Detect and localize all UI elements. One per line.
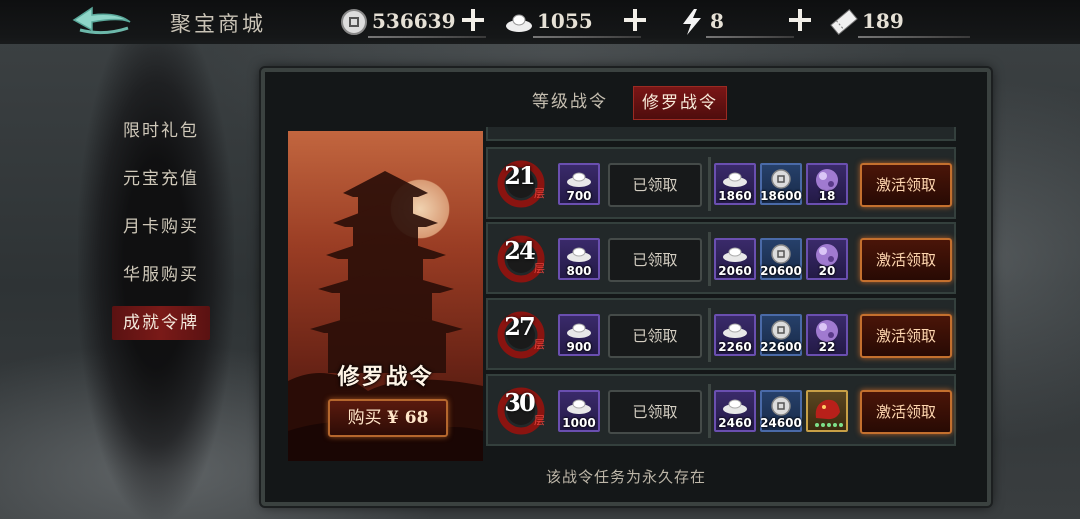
- activate-claim-button[interactable]: 激活领取: [860, 390, 952, 434]
- reward-row: 24 层 800 已领取 2060 20600 20 激活领取: [486, 222, 956, 294]
- sidebar-item-limited-gift[interactable]: 限时礼包: [112, 114, 210, 148]
- level-unit: 层: [534, 414, 545, 427]
- row-divider: [708, 232, 711, 286]
- buy-price: ¥ 68: [387, 408, 429, 428]
- reward-row: 27 层 900 已领取 2260 22600 22 激活领取: [486, 298, 956, 370]
- reward-quantity: 22: [818, 340, 836, 354]
- free-reward-item[interactable]: 700: [558, 163, 600, 205]
- copper-value: 536639: [372, 9, 456, 33]
- reward-quantity: 24600: [760, 416, 802, 430]
- paid-reward-item[interactable]: 20: [806, 238, 848, 280]
- free-reward-item[interactable]: 1000: [558, 390, 600, 432]
- shura-pass-banner: 修罗战令 购买 ¥ 68: [288, 131, 483, 461]
- claimed-button[interactable]: 已领取: [608, 390, 702, 434]
- sidebar-item-outfit[interactable]: 华服购买: [112, 258, 210, 292]
- copper-underline: [368, 36, 486, 38]
- ticket-underline: [858, 36, 970, 38]
- ticket-icon: [830, 8, 858, 36]
- paid-reward-item[interactable]: 22: [806, 314, 848, 356]
- reward-quantity: 2060: [718, 264, 752, 278]
- reward-quantity: 900: [566, 340, 592, 354]
- ticket-value: 189: [862, 9, 904, 33]
- paid-reward-item[interactable]: 18600: [760, 163, 802, 205]
- claimed-button[interactable]: 已领取: [608, 238, 702, 282]
- back-button[interactable]: [70, 6, 134, 38]
- lightning-icon: [683, 9, 701, 35]
- paid-reward-item[interactable]: 20600: [760, 238, 802, 280]
- banner-title: 修罗战令: [337, 364, 434, 390]
- free-reward-item[interactable]: 800: [558, 238, 600, 280]
- claimed-button[interactable]: 已领取: [608, 163, 702, 207]
- sidebar-item-achievement-token[interactable]: 成就令牌: [112, 306, 210, 340]
- activate-claim-button[interactable]: 激活领取: [860, 314, 952, 358]
- level-unit: 层: [534, 262, 545, 275]
- activate-claim-button[interactable]: 激活领取: [860, 238, 952, 282]
- buy-button[interactable]: 购买 ¥ 68: [328, 399, 448, 437]
- paid-reward-item[interactable]: 2460: [714, 390, 756, 432]
- activate-claim-button[interactable]: 激活领取: [860, 163, 952, 207]
- level-unit: 层: [534, 187, 545, 200]
- back-arrow-icon: [72, 6, 131, 35]
- add-energy-button[interactable]: [787, 7, 813, 33]
- buy-label: 购买: [347, 408, 382, 428]
- reward-quantity: 2460: [718, 416, 752, 430]
- reward-quantity: 18: [818, 189, 836, 203]
- paid-reward-item[interactable]: 24600: [760, 390, 802, 432]
- level-unit: 层: [534, 338, 545, 351]
- row-divider: [708, 308, 711, 362]
- previous-row-peek: [486, 127, 956, 141]
- paid-reward-item[interactable]: 18: [806, 163, 848, 205]
- footer-note: 该战令任务为永久存在: [545, 468, 706, 486]
- free-reward-item[interactable]: 900: [558, 314, 600, 356]
- copper-coin-icon: [341, 9, 367, 35]
- tab-shura-pass[interactable]: 修罗战令: [633, 86, 727, 120]
- reward-quantity: 20600: [760, 264, 802, 278]
- silver-underline: [533, 36, 641, 38]
- tab-level-pass[interactable]: 等级战令: [524, 86, 616, 118]
- energy-value: 8: [710, 9, 724, 33]
- add-copper-button[interactable]: [460, 7, 486, 33]
- reward-quantity: 20: [818, 264, 836, 278]
- add-silver-button[interactable]: [622, 7, 648, 33]
- reward-row: 21 层 700 已领取 1860 18600 18 激活领取: [486, 147, 956, 219]
- reward-quantity: 700: [566, 189, 592, 203]
- paid-reward-item[interactable]: [806, 390, 848, 432]
- resource-ticket: 189: [830, 6, 975, 38]
- reward-quantity: 1000: [562, 416, 596, 430]
- row-divider: [708, 384, 711, 438]
- silver-value: 1055: [537, 9, 593, 33]
- claimed-button[interactable]: 已领取: [608, 314, 702, 358]
- reward-quantity: 2260: [718, 340, 752, 354]
- sidebar-item-ingot-recharge[interactable]: 元宝充值: [112, 162, 210, 196]
- sidebar-item-monthly-card[interactable]: 月卡购买: [112, 210, 210, 244]
- reward-quantity: 1860: [718, 189, 752, 203]
- reward-quantity: 22600: [760, 340, 802, 354]
- row-divider: [708, 157, 711, 211]
- resource-energy: 8: [678, 6, 803, 38]
- paid-reward-item[interactable]: 2260: [714, 314, 756, 356]
- shop-title: 聚宝商城: [170, 12, 266, 36]
- energy-underline: [706, 36, 794, 38]
- reward-quantity: 18600: [760, 189, 802, 203]
- paid-reward-item[interactable]: 2060: [714, 238, 756, 280]
- silver-ingot-icon: [506, 14, 532, 32]
- paid-reward-item[interactable]: 1860: [714, 163, 756, 205]
- reward-row: 30 层 1000 已领取 2460 24600 激活领取: [486, 374, 956, 446]
- reward-quantity: 800: [566, 264, 592, 278]
- paid-reward-item[interactable]: 22600: [760, 314, 802, 356]
